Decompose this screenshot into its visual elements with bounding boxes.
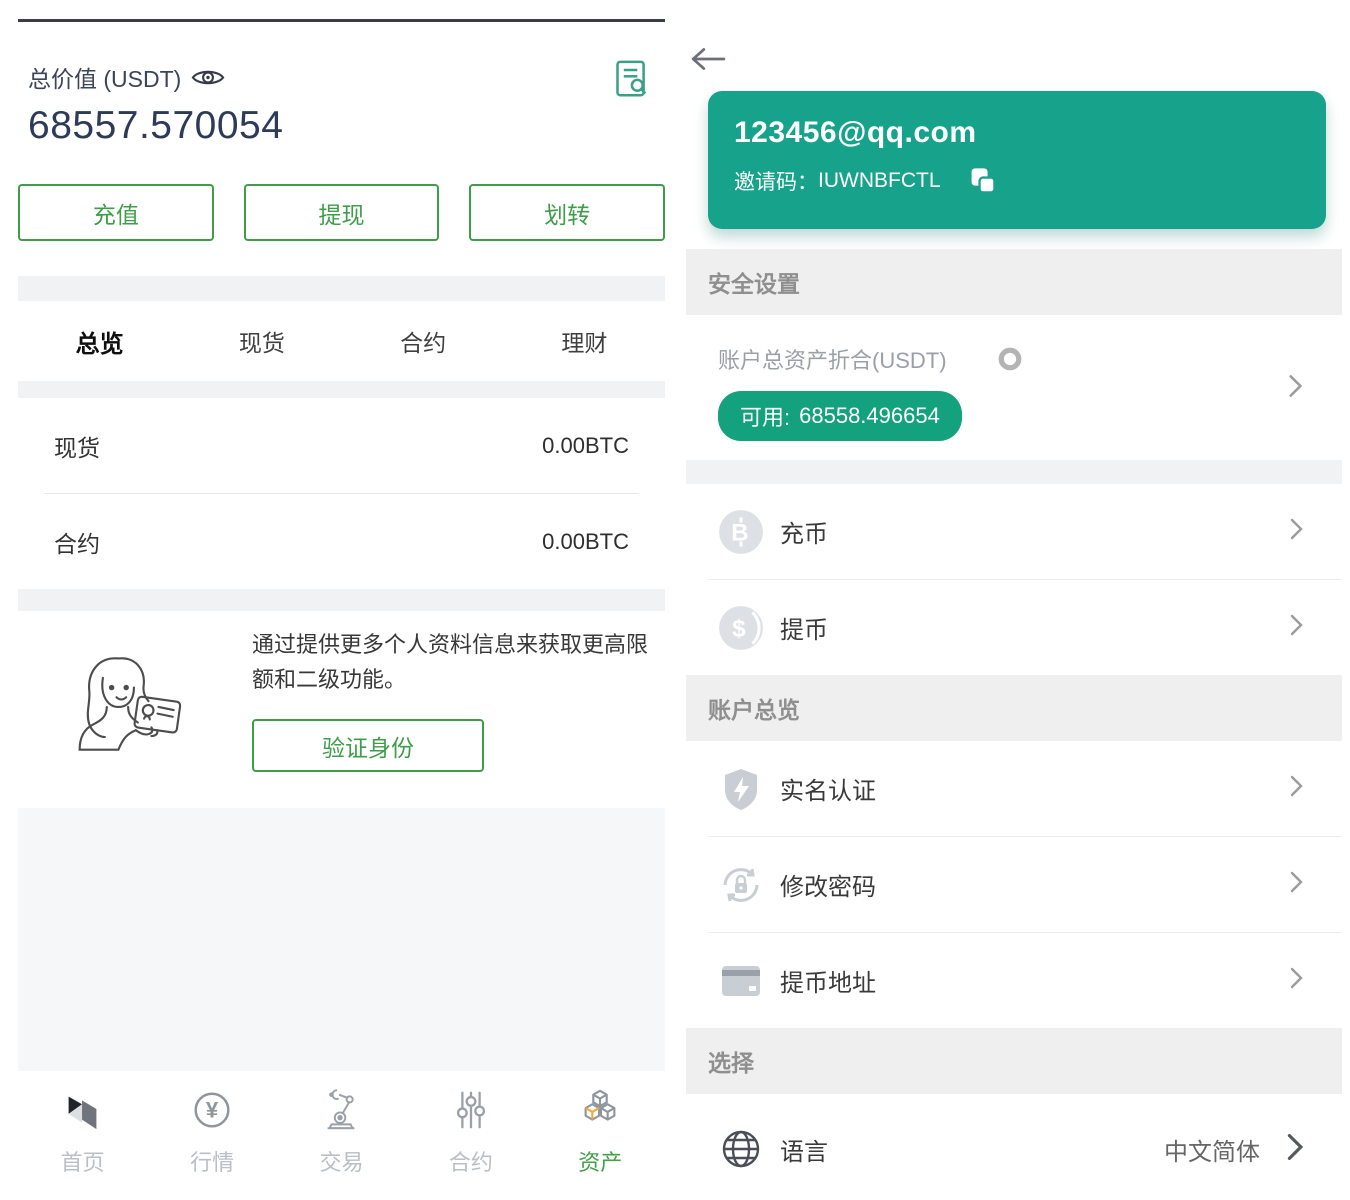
total-value-label: 总价值 (USDT) <box>28 60 181 94</box>
profile-card: 123456@qq.com 邀请码： IUWNBFCTL <box>708 91 1326 229</box>
section-header-account: 账户总览 <box>686 675 1342 741</box>
empty-area <box>18 808 665 1071</box>
nav-item-home[interactable]: 首页 <box>37 1087 129 1177</box>
asset-row-contract[interactable]: 合约 0.00BTC <box>18 494 665 589</box>
deposit-coin-icon: B <box>716 507 766 557</box>
lock-refresh-icon <box>716 860 766 910</box>
document-search-icon[interactable] <box>613 58 649 105</box>
section-header-label: 选择 <box>708 1044 754 1078</box>
chevron-right-icon <box>1284 964 1308 997</box>
nav-label: 首页 <box>61 1145 105 1177</box>
nav-label: 资产 <box>578 1145 622 1177</box>
chevron-right-icon <box>1280 1131 1308 1168</box>
eye-icon[interactable] <box>191 65 225 90</box>
asset-row-value: 0.00BTC <box>542 529 629 555</box>
wallet-overview-screen: 总价值 (USDT) 68557.570054 充值 提现 划转 总览 现货 <box>0 0 675 1200</box>
menu-item-language[interactable]: 语言 中文简体 <box>686 1094 1342 1200</box>
person-holding-id-illustration <box>68 645 200 808</box>
menu-item-deposit-coin[interactable]: B 充币 <box>686 484 1342 579</box>
section-header-label: 安全设置 <box>708 265 800 299</box>
asset-row-label: 合约 <box>54 525 100 559</box>
action-buttons: 充值 提现 划转 <box>18 184 665 241</box>
nav-label: 交易 <box>319 1145 363 1177</box>
globe-icon <box>716 1124 766 1174</box>
chevron-right-icon <box>1284 772 1308 805</box>
kyc-banner: 通过提供更多个人资料信息来获取更高限额和二级功能。 验证身份 <box>18 611 665 808</box>
available-balance-badge: 可用: 68558.496654 <box>718 391 962 441</box>
nav-label: 合约 <box>449 1145 493 1177</box>
back-arrow-icon[interactable] <box>690 46 726 72</box>
trade-robot-icon <box>318 1087 364 1138</box>
total-assets-label: 账户总资产折合(USDT) <box>718 343 947 375</box>
menu-item-label: 语言 <box>780 1132 1164 1167</box>
section-gap <box>686 460 1342 484</box>
nav-item-assets[interactable]: 资产 <box>554 1087 646 1177</box>
menu-item-identity-verification[interactable]: 实名认证 <box>686 741 1342 836</box>
visibility-toggle-icon[interactable] <box>995 344 1025 374</box>
total-assets-row[interactable]: 账户总资产折合(USDT) 可用: 68558.496654 <box>686 315 1342 460</box>
asset-row-value: 0.00BTC <box>542 433 629 459</box>
section-gap <box>18 276 665 301</box>
deposit-button[interactable]: 充值 <box>18 184 214 241</box>
nav-label: 行情 <box>190 1145 234 1177</box>
kyc-description: 通过提供更多个人资料信息来获取更高限额和二级功能。 <box>252 627 648 697</box>
language-value: 中文简体 <box>1164 1132 1260 1167</box>
menu-item-label: 提币地址 <box>780 963 1284 998</box>
svg-text:$: $ <box>732 615 746 642</box>
withdraw-button[interactable]: 提现 <box>244 184 440 241</box>
menu-item-label: 充币 <box>780 514 1284 549</box>
nav-item-trade[interactable]: 交易 <box>295 1087 387 1177</box>
verify-identity-button[interactable]: 验证身份 <box>252 719 484 772</box>
menu-item-withdraw-address[interactable]: 提币地址 <box>686 933 1342 1028</box>
menu-item-change-password[interactable]: 修改密码 <box>686 837 1342 932</box>
asset-row-spot[interactable]: 现货 0.00BTC <box>18 398 665 493</box>
section-header-security: 安全设置 <box>686 249 1342 315</box>
menu-item-withdraw-coin[interactable]: $ 提币 <box>686 580 1342 675</box>
menu-item-label: 实名认证 <box>780 771 1284 806</box>
nav-item-contract[interactable]: 合约 <box>425 1087 517 1177</box>
menu-item-label: 修改密码 <box>780 867 1284 902</box>
contract-sliders-icon <box>448 1087 494 1138</box>
chevron-right-icon <box>1282 371 1308 406</box>
home-icon <box>60 1087 106 1138</box>
chevron-right-icon <box>1284 868 1308 901</box>
invite-code-value: IUWNBFCTL <box>818 169 941 193</box>
transfer-button[interactable]: 划转 <box>469 184 665 241</box>
total-value-amount: 68557.570054 <box>28 104 657 148</box>
asset-tabs: 总览 现货 合约 理财 <box>18 301 665 381</box>
asset-row-label: 现货 <box>54 429 100 463</box>
shield-bolt-icon <box>716 764 766 814</box>
svg-text:¥: ¥ <box>206 1098 219 1123</box>
section-gap <box>18 589 665 611</box>
tab-finance[interactable]: 理财 <box>561 324 607 358</box>
chevron-right-icon <box>1284 611 1308 644</box>
copy-icon[interactable] <box>967 165 999 197</box>
market-yen-icon: ¥ <box>189 1087 235 1138</box>
invite-code-label: 邀请码： <box>734 166 818 196</box>
account-settings-screen: 123456@qq.com 邀请码： IUWNBFCTL 安全设置 账户总资产折… <box>686 0 1342 1200</box>
tab-overview[interactable]: 总览 <box>76 324 124 359</box>
section-gap <box>18 381 665 398</box>
tab-spot[interactable]: 现货 <box>239 324 285 358</box>
nav-item-markets[interactable]: ¥ 行情 <box>166 1087 258 1177</box>
available-label: 可用: <box>740 400 790 432</box>
assets-cubes-icon <box>577 1087 623 1138</box>
account-email: 123456@qq.com <box>734 116 1326 150</box>
app-screenshot: 总价值 (USDT) 68557.570054 充值 提现 划转 总览 现货 <box>0 0 1350 1200</box>
wallet-icon <box>716 956 766 1006</box>
section-header-select: 选择 <box>686 1028 1342 1094</box>
menu-item-label: 提币 <box>780 610 1284 645</box>
available-value: 68558.496654 <box>799 403 940 429</box>
section-header-label: 账户总览 <box>708 691 800 725</box>
wallet-header: 总价值 (USDT) 68557.570054 <box>18 22 665 148</box>
withdraw-coin-icon: $ <box>716 603 766 653</box>
tab-contract[interactable]: 合约 <box>400 324 446 358</box>
chevron-right-icon <box>1284 515 1308 548</box>
bottom-navigation: 首页 ¥ 行情 <box>18 1071 665 1193</box>
